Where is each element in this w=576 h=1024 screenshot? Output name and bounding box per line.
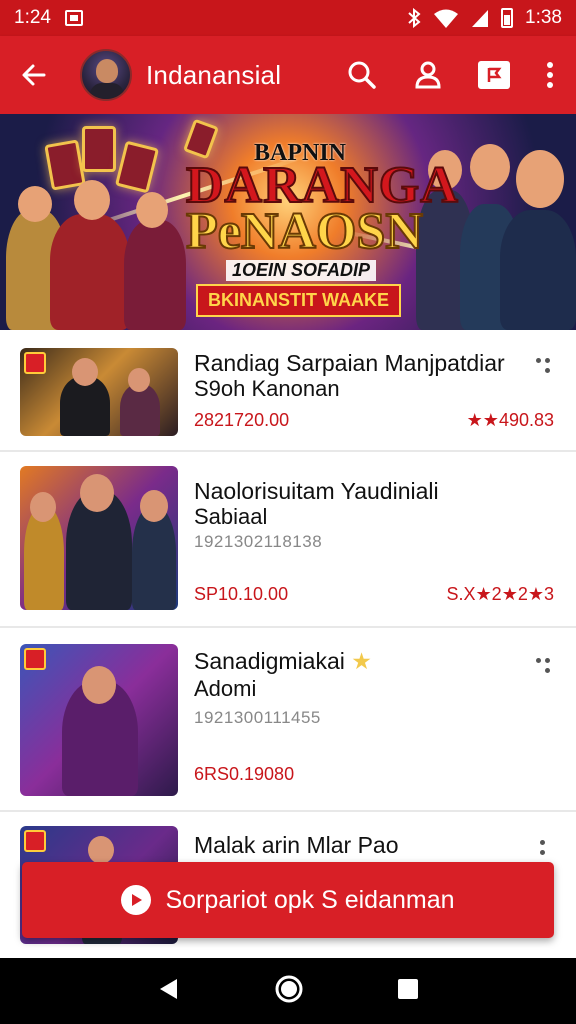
item-subtitle: S9oh Kanonan [194, 376, 340, 401]
search-icon[interactable] [340, 53, 384, 97]
character-illustration [500, 210, 576, 330]
status-bar: 1:24 1:38 [0, 0, 576, 36]
status-time-right: 1:38 [525, 7, 562, 28]
play-icon [121, 885, 152, 915]
card-illustration [114, 140, 160, 194]
more-vert-icon[interactable] [538, 53, 562, 97]
nav-back-icon[interactable] [157, 977, 181, 1006]
list-item[interactable]: Sanadigmiakai ★ Adomi 1921300111455 6RS0… [0, 628, 576, 812]
item-price: 6RS0.19080 [194, 764, 295, 784]
page-title: Indanansial [146, 59, 282, 90]
item-title: Malak arin Mlar Pao [194, 832, 399, 858]
kebab-icon[interactable] [536, 356, 556, 380]
badge-icon [24, 352, 46, 374]
character-head [18, 186, 52, 222]
signal-icon [472, 10, 489, 27]
thumb-figure-head [128, 368, 150, 392]
kebab-icon[interactable] [536, 656, 556, 680]
banner-tagline: 1OEIN SOFADIP [226, 260, 377, 281]
item-title: Sanadigmiakai ★ [194, 648, 372, 674]
thumb-figure-head [140, 490, 168, 522]
character-illustration [124, 220, 186, 330]
item-rating: S.X★2★2★3 [446, 584, 554, 604]
thumb-figure-head [88, 836, 114, 864]
item-title: Randiag Sarpaian Manjpatdiar [194, 350, 505, 376]
item-thumbnail [20, 466, 178, 610]
primary-cta-button[interactable]: Sorpariot opk S eidanman [22, 862, 554, 938]
item-meta: 1921302118138 [194, 532, 323, 551]
nav-home-icon[interactable] [274, 974, 304, 1009]
bluetooth-icon [408, 8, 421, 28]
cta-label: Sorpariot opk S eidanman [165, 885, 455, 914]
item-thumbnail [20, 348, 178, 436]
kebab-icon[interactable] [536, 838, 556, 862]
thumb-figure-head [82, 666, 116, 704]
list-item[interactable]: Naolorisuitam Yaudiniali Sabiaal 1921302… [0, 452, 576, 628]
status-time: 1:24 [14, 7, 51, 28]
item-thumbnail [20, 644, 178, 796]
promo-banner[interactable]: BAPNIN DARANGA PeNAOSN 1OEIN SOFADIP BKI… [0, 114, 576, 330]
list-item[interactable]: Randiag Sarpaian Manjpatdiar S9oh Kanona… [0, 330, 576, 452]
item-price: 2821720.00 [194, 410, 290, 430]
character-head [470, 144, 510, 190]
flag-icon[interactable] [472, 53, 516, 97]
avatar[interactable] [80, 49, 132, 101]
card-illustration [82, 126, 116, 172]
star-icon: ★ [351, 648, 372, 674]
banner-cta-label: BKINANSTIT WAAKE [196, 284, 401, 317]
wifi-icon [434, 9, 459, 28]
character-illustration [50, 214, 130, 330]
item-rating: ★★490.83 [466, 410, 554, 430]
item-subtitle: Sabiaal [194, 504, 268, 529]
character-head [74, 180, 110, 220]
thumb-figure-head [80, 474, 114, 512]
item-price: SP10.10.00 [194, 584, 289, 604]
character-head [516, 150, 564, 208]
thumb-figure-head [72, 358, 98, 386]
system-nav-bar [0, 958, 576, 1024]
app-bar: Indanansial [0, 36, 576, 114]
item-meta: 1921300111455 [194, 708, 321, 727]
thumb-figure-head [30, 492, 56, 522]
card-illustration [44, 139, 86, 191]
item-subtitle: Adomi [194, 676, 257, 701]
notification-icon [64, 10, 83, 26]
back-arrow-icon[interactable] [14, 55, 54, 95]
card-illustration [182, 118, 220, 160]
item-title: Naolorisuitam Yaudiniali [194, 478, 439, 504]
banner-title-2: PeNAOSN [185, 203, 424, 260]
profile-icon[interactable] [406, 53, 450, 97]
nav-recents-icon[interactable] [397, 978, 419, 1005]
badge-icon [24, 830, 46, 852]
battery-icon [501, 8, 514, 28]
badge-icon [24, 648, 46, 670]
character-head [136, 192, 168, 228]
